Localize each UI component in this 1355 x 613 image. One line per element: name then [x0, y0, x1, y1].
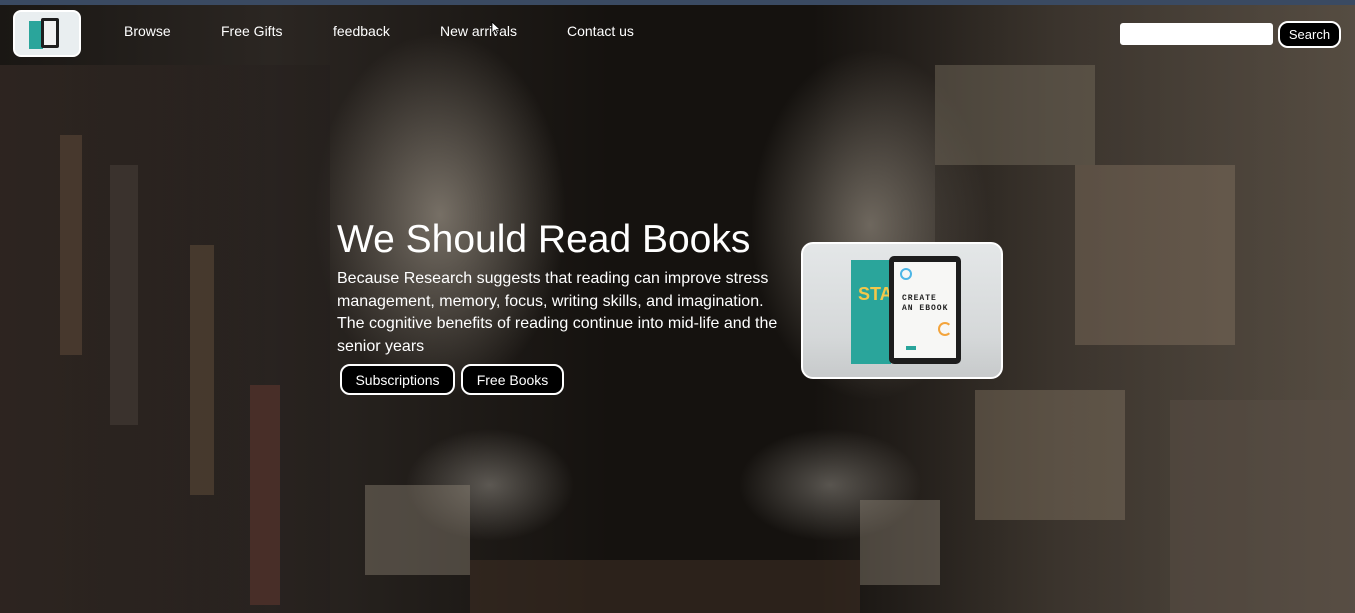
- nav-feedback[interactable]: feedback: [333, 23, 390, 39]
- tablet-device: CREATE AN EBOOK: [889, 256, 961, 364]
- nav-new-arrivals[interactable]: New arrivals: [440, 23, 517, 39]
- nav-browse[interactable]: Browse: [124, 23, 171, 39]
- decor-arc-icon: [938, 322, 952, 336]
- bookshelf-left: [0, 65, 330, 613]
- book-cover-text: STA: [858, 284, 893, 304]
- nav-contact-us[interactable]: Contact us: [567, 23, 634, 39]
- top-navigation: Browse Free Gifts feedback New arrivals …: [0, 5, 1355, 61]
- book-block: [1075, 165, 1235, 345]
- book-spine: [250, 385, 280, 605]
- publisher-mark-icon: [906, 346, 916, 350]
- mouse-cursor-icon: [491, 21, 501, 35]
- tablet-screen: CREATE AN EBOOK: [894, 262, 956, 358]
- tablet-title-line1: CREATE: [902, 294, 937, 303]
- search-input[interactable]: [1120, 23, 1273, 45]
- decor-circle-icon: [900, 268, 912, 280]
- tablet-title-line2: AN EBOOK: [902, 304, 949, 313]
- nav-free-gifts[interactable]: Free Gifts: [221, 23, 282, 39]
- logo-tablet-shape: [41, 18, 59, 48]
- book-spine: [110, 165, 138, 425]
- book-spine: [190, 245, 214, 495]
- book-block: [975, 390, 1125, 520]
- table-edge: [470, 560, 860, 613]
- hero-description: Because Research suggests that reading c…: [337, 270, 778, 355]
- search-button[interactable]: Search: [1278, 21, 1341, 48]
- hero-title: We Should Read Books: [337, 218, 751, 261]
- free-books-button[interactable]: Free Books: [461, 364, 564, 395]
- book-block: [860, 500, 940, 585]
- ebook-logo-icon[interactable]: [13, 10, 81, 57]
- ebook-hero-image: STA CREATE AN EBOOK: [801, 242, 1003, 379]
- book-spine: [60, 135, 82, 355]
- book-block: [935, 65, 1095, 165]
- subscriptions-button[interactable]: Subscriptions: [340, 364, 455, 395]
- book-block: [1170, 400, 1355, 613]
- book-block: [365, 485, 470, 575]
- book-cover: STA: [851, 260, 893, 364]
